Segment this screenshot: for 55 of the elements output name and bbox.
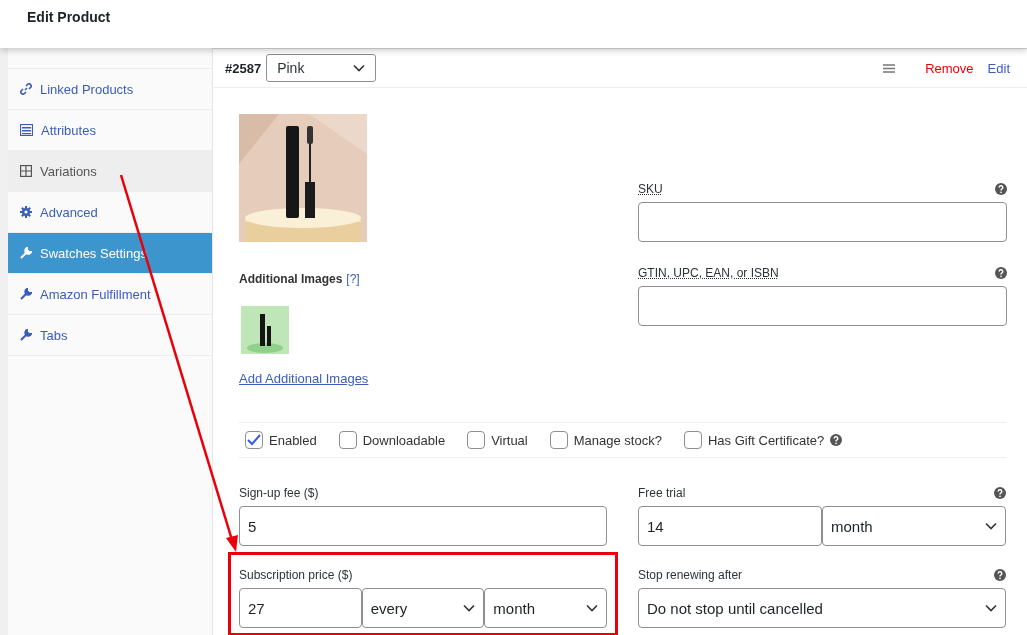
- variation-id: #2587: [225, 60, 262, 76]
- checkbox[interactable]: [467, 431, 486, 449]
- checkbox-label: Downloadable: [362, 432, 446, 448]
- help-icon[interactable]: [995, 267, 1007, 279]
- menu-icon[interactable]: [883, 63, 896, 73]
- attribute-select[interactable]: Pink: [266, 54, 377, 82]
- help-link[interactable]: [?]: [346, 272, 360, 286]
- help-icon[interactable]: [830, 434, 843, 446]
- field-label: SKU: [638, 182, 663, 196]
- help-icon[interactable]: [994, 487, 1006, 499]
- wrench-icon: [20, 288, 32, 300]
- trial-period-select[interactable]: month: [822, 506, 1006, 546]
- list-icon: [20, 124, 33, 136]
- help-icon[interactable]: [994, 569, 1006, 581]
- field-label: GTIN, UPC, EAN, or ISBN: [638, 266, 779, 280]
- stop-renewing-select[interactable]: Do not stop until cancelled: [638, 588, 1006, 628]
- wrench-icon: [20, 247, 32, 259]
- checkbox-label: Has Gift Certificate?: [707, 432, 825, 448]
- checkbox-label: Virtual: [491, 432, 528, 448]
- caret-icon: [985, 522, 997, 530]
- grid-icon: [20, 165, 32, 177]
- additional-images-label: Additional Images: [239, 272, 343, 286]
- field-label: Sign-up fee ($): [239, 486, 319, 500]
- sidebar-item[interactable]: Linked Products: [8, 69, 212, 110]
- field-label: Subscription price ($): [239, 568, 353, 582]
- checkbox[interactable]: [338, 431, 357, 449]
- field-label: Stop renewing after: [638, 568, 743, 582]
- sku-field[interactable]: [638, 202, 1007, 242]
- page-title: Edit Product: [27, 9, 111, 25]
- link-icon: [20, 83, 32, 95]
- checkbox-label: Enabled: [269, 432, 317, 448]
- checkbox[interactable]: [683, 431, 702, 449]
- help-icon[interactable]: [995, 183, 1007, 195]
- caret-icon: [985, 604, 997, 612]
- caret-icon: [463, 604, 476, 612]
- caret-icon: [586, 604, 598, 612]
- checkbox[interactable]: [549, 431, 568, 449]
- checkbox[interactable]: [245, 431, 263, 449]
- gear-icon: [20, 206, 32, 218]
- add-images-link[interactable]: Add Additional Images: [239, 371, 369, 386]
- gtin-field[interactable]: [638, 286, 1007, 326]
- caret-icon: [353, 64, 366, 72]
- checkbox-label: Manage stock?: [573, 432, 662, 448]
- signup-fee-field[interactable]: 5: [239, 506, 607, 546]
- edit-link[interactable]: Edit: [987, 60, 1010, 76]
- sidebar-item[interactable]: Amazon Fulfillment: [8, 274, 212, 315]
- wrench-icon: [20, 329, 32, 341]
- trial-length-field[interactable]: 14: [638, 506, 822, 546]
- sidebar-item[interactable]: Variations: [8, 151, 212, 192]
- field-label: Free trial: [638, 486, 686, 500]
- sidebar-item[interactable]: Tabs: [8, 315, 212, 356]
- price-field[interactable]: 27: [239, 588, 362, 628]
- interval-select[interactable]: every: [361, 588, 485, 628]
- period-select[interactable]: month: [484, 588, 607, 628]
- remove-link[interactable]: Remove: [925, 60, 974, 76]
